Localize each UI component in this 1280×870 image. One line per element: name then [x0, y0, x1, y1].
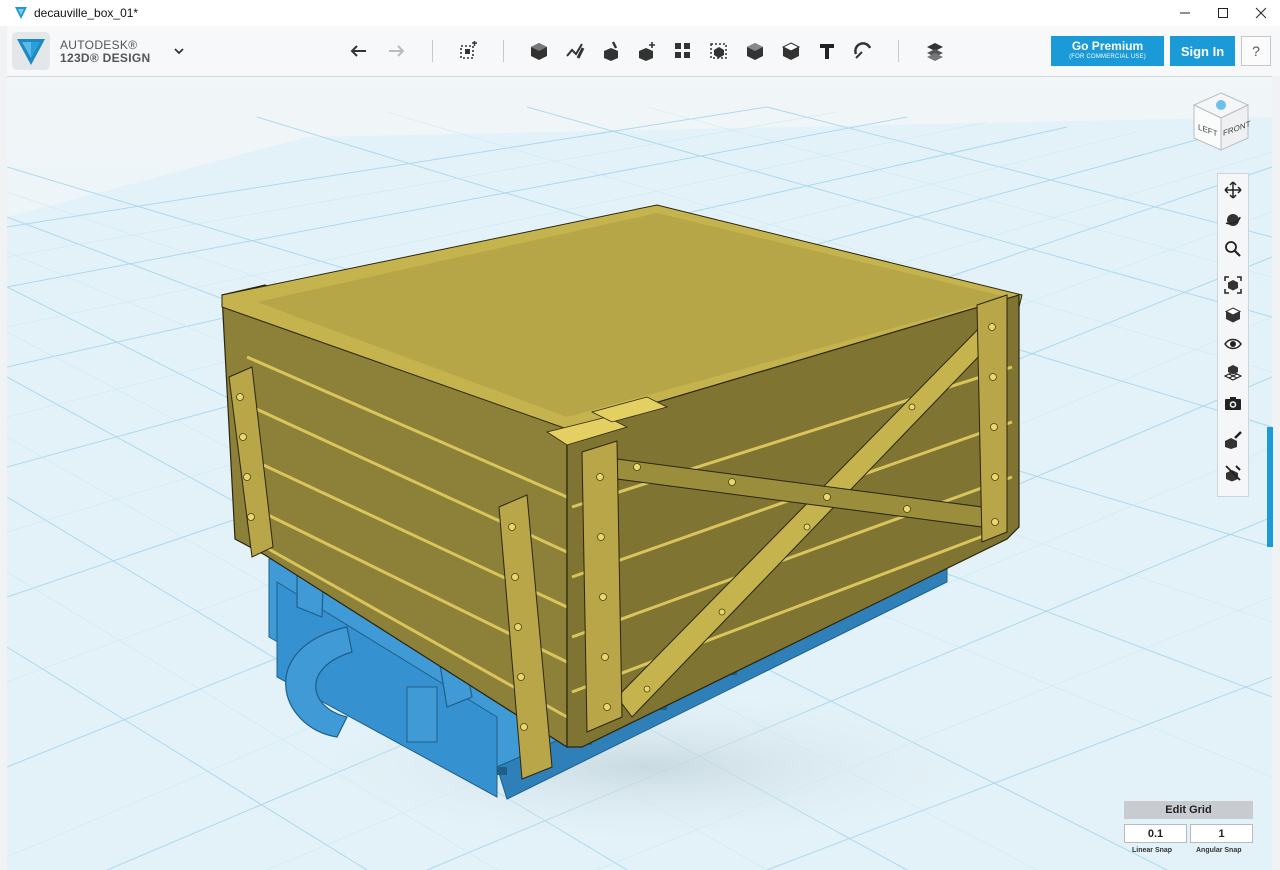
linear-snap-field[interactable]: 0.1: [1124, 824, 1187, 843]
pattern-icon: [675, 43, 690, 58]
fit-button[interactable]: [1222, 274, 1244, 296]
grid-materials-button[interactable]: [1222, 362, 1244, 384]
orbit-button[interactable]: [1222, 209, 1244, 231]
navigation-bar: [1217, 173, 1249, 497]
group-button[interactable]: [706, 38, 732, 64]
go-premium-button[interactable]: Go Premium (FOR COMMERCIAL USE): [1051, 36, 1164, 66]
go-premium-label: Go Premium: [1071, 39, 1144, 53]
go-premium-sublabel: (FOR COMMERCIAL USE): [1069, 54, 1146, 60]
text-icon: [820, 44, 834, 59]
redo-button[interactable]: [382, 38, 408, 64]
modify-icon: [639, 42, 655, 61]
measure-button[interactable]: [778, 38, 804, 64]
3d-viewport[interactable]: [7, 77, 1272, 870]
autodesk-logo-icon[interactable]: [12, 32, 50, 70]
material-button[interactable]: [922, 38, 948, 64]
sketch-button[interactable]: [562, 38, 588, 64]
view-cube[interactable]: LEFT FRONT: [1186, 88, 1256, 158]
combine-button[interactable]: [742, 38, 768, 64]
construct-icon: [604, 41, 618, 61]
redo-icon: [389, 45, 405, 57]
hide-icon: [1225, 465, 1241, 482]
material-icon: [927, 43, 943, 61]
pan-button[interactable]: [1222, 179, 1244, 201]
primitives-icon: [531, 43, 547, 60]
visibility-button[interactable]: [1222, 333, 1244, 355]
edit-grid-panel: Edit Grid 0.1 1 Linear Snap Angular Snap: [1124, 801, 1253, 861]
visibility-icon: [1224, 338, 1242, 350]
material-edit-icon: [1225, 431, 1242, 449]
view-cube-button[interactable]: [1222, 304, 1244, 326]
snap-icon: [854, 42, 872, 59]
text-button[interactable]: [814, 38, 840, 64]
undo-icon: [350, 45, 366, 57]
zoom-icon: [1225, 241, 1241, 257]
transform-icon: [460, 41, 477, 59]
pattern-button[interactable]: [670, 38, 696, 64]
panel-toggle-handle[interactable]: [1267, 427, 1273, 547]
edit-grid-button[interactable]: Edit Grid: [1124, 801, 1253, 819]
chevron-down-icon[interactable]: [172, 44, 186, 58]
brand-line-2: 123D® DESIGN: [60, 51, 151, 65]
scene-canvas: [7, 77, 1272, 870]
view-cube-icon: [1224, 307, 1242, 323]
linear-snap-label: Linear Snap: [1132, 847, 1173, 854]
brand-line-1: AUTODESK®: [60, 38, 138, 52]
help-button[interactable]: ?: [1241, 36, 1271, 66]
camera-button[interactable]: [1222, 392, 1244, 414]
right-window-edge: [1272, 76, 1280, 870]
construct-button[interactable]: [598, 38, 624, 64]
orbit-icon: [1225, 214, 1241, 226]
hide-button[interactable]: [1222, 462, 1244, 484]
pan-icon: [1224, 181, 1242, 199]
measure-icon: [781, 42, 801, 60]
combine-icon: [747, 43, 763, 60]
sign-in-button[interactable]: Sign In: [1170, 36, 1235, 66]
material-edit-button[interactable]: [1222, 429, 1244, 451]
close-icon[interactable]: [1242, 0, 1280, 26]
grid-materials-icon: [1224, 365, 1242, 381]
snap-button[interactable]: [850, 38, 876, 64]
angular-snap-field[interactable]: 1: [1190, 824, 1253, 843]
camera-icon: [1225, 397, 1241, 410]
window-title: decauville_box_01*: [34, 6, 139, 20]
primitives-button[interactable]: [526, 38, 552, 64]
minimize-icon[interactable]: [1166, 0, 1204, 26]
transform-button[interactable]: [455, 38, 481, 64]
app-toolbar: AUTODESK® 123D® DESIGN Go Premium (FOR C…: [0, 26, 1280, 77]
maximize-icon[interactable]: [1204, 0, 1242, 26]
undo-button[interactable]: [347, 38, 373, 64]
left-window-edge: [0, 26, 7, 870]
modify-button[interactable]: [634, 38, 660, 64]
app-logo-icon: [15, 7, 27, 19]
window-titlebar: decauville_box_01*: [0, 0, 1280, 26]
sketch-icon: [566, 43, 585, 59]
fit-icon: [1224, 276, 1242, 294]
angular-snap-label: Angular Snap: [1196, 847, 1242, 854]
window-controls: [1166, 0, 1280, 26]
zoom-button[interactable]: [1222, 238, 1244, 260]
group-icon: [710, 43, 727, 59]
